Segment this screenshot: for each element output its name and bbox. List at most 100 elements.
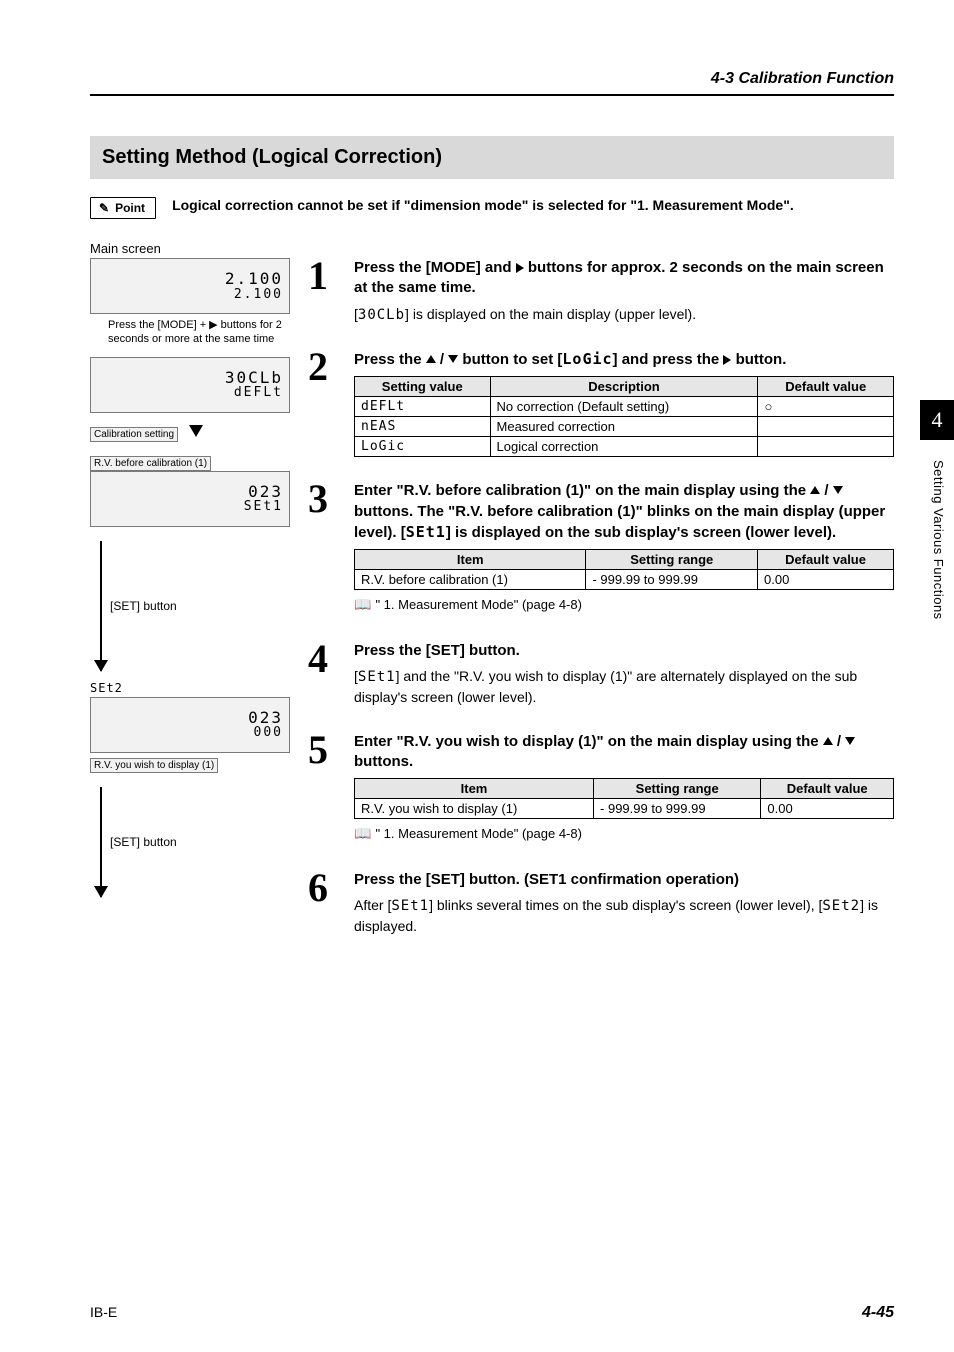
text: ] is displayed on the sub display's scre… <box>446 524 836 541</box>
step-3-heading: Enter "R.V. before calibration (1)" on t… <box>354 481 894 543</box>
rv-before-caption: R.V. before calibration (1) <box>90 456 211 471</box>
text: ] and press the <box>613 351 724 368</box>
td: ○ <box>758 397 894 417</box>
point-badge-label: Point <box>115 201 145 215</box>
up-icon <box>823 737 833 745</box>
seg-text: LoGic <box>562 350 612 368</box>
seg-text: 30CLb <box>358 307 405 323</box>
step-5-ref: 📖 " 1. Measurement Mode" (page 4-8) <box>354 825 894 842</box>
th: Default value <box>761 779 894 799</box>
step-number: 6 <box>308 870 340 942</box>
td <box>758 437 894 457</box>
step-3: 3 Enter "R.V. before calibration (1)" on… <box>308 481 894 623</box>
th: Setting value <box>355 377 491 397</box>
td: - 999.99 to 999.99 <box>586 570 758 590</box>
screen-rv-display: 023 000 <box>90 697 290 753</box>
right-icon <box>516 263 524 273</box>
td <box>758 417 894 437</box>
text: button to set [ <box>458 351 562 368</box>
page-title: Setting Method (Logical Correction) <box>90 136 894 179</box>
down-icon <box>833 486 843 494</box>
td: R.V. before calibration (1) <box>355 570 586 590</box>
text: Enter "R.V. before calibration (1)" on t… <box>354 482 810 499</box>
td: 0.00 <box>758 570 894 590</box>
text: buttons. <box>354 753 413 770</box>
screen-rv-display-line2: 000 <box>254 726 283 740</box>
text: Enter "R.V. you wish to display (1)" on … <box>354 733 823 750</box>
td: R.V. you wish to display (1) <box>355 799 594 819</box>
up-icon <box>810 486 820 494</box>
th: Default value <box>758 550 894 570</box>
down-icon <box>845 737 855 745</box>
rv-display-caption: R.V. you wish to display (1) <box>90 758 218 773</box>
book-icon: 📖 <box>354 825 371 841</box>
left-column: 2.100 2.100 Press the [MODE] + ▶ buttons… <box>90 258 290 960</box>
step-1: 1 Press the [MODE] and buttons for appro… <box>308 258 894 331</box>
header-rule <box>90 94 894 96</box>
seg-text: SEt1 <box>391 898 429 914</box>
text: Press the <box>354 351 426 368</box>
seg-text: SEt2 <box>822 898 860 914</box>
th: Item <box>355 779 594 799</box>
section-header: 4-3 Calibration Function <box>90 70 894 88</box>
text: ] blinks several times on the sub displa… <box>429 897 822 913</box>
ref-text: " 1. Measurement Mode" (page 4-8) <box>375 826 582 841</box>
text: After [ <box>354 897 391 913</box>
calib-setting-caption: Calibration setting <box>90 427 178 442</box>
seg-text: SEt1 <box>406 523 446 541</box>
step-6: 6 Press the [SET] button. (SET1 confirma… <box>308 870 894 942</box>
step-4-heading: Press the [SET] button. <box>354 641 894 661</box>
step-6-body: After [SEt1] blinks several times on the… <box>354 896 894 936</box>
chapter-tab: 4 <box>920 400 954 440</box>
down-icon <box>448 355 458 363</box>
flow-arrow-icon <box>100 541 102 671</box>
hold-note: Press the [MODE] + ▶ buttons for 2 secon… <box>108 318 290 347</box>
td: LoGic <box>355 437 491 457</box>
td: 0.00 <box>761 799 894 819</box>
step-3-ref: 📖" 1. Measurement Mode" (page 4-8) <box>354 596 894 613</box>
down-arrow-icon <box>189 425 203 437</box>
ref-text: " 1. Measurement Mode" (page 4-8) <box>375 597 582 612</box>
screen-calib: 30CLb dEFLt <box>90 357 290 413</box>
step-number: 4 <box>308 641 340 713</box>
page-footer: IB-E 4-45 <box>90 1304 894 1322</box>
screen-main-line1: 2.100 <box>225 270 283 288</box>
step-number: 1 <box>308 258 340 331</box>
screen-main-line2: 2.100 <box>234 288 283 302</box>
step-3-table: Item Setting range Default value R.V. be… <box>354 549 894 590</box>
up-icon <box>426 355 436 363</box>
point-badge: ✎ Point <box>90 197 156 219</box>
th: Default value <box>758 377 894 397</box>
step-1-heading: Press the [MODE] and buttons for approx.… <box>354 258 894 299</box>
td: nEAS <box>355 417 491 437</box>
pencil-icon: ✎ <box>99 201 109 215</box>
screen-calib-line2: dEFLt <box>234 386 283 400</box>
step-1-body: [30CLb] is displayed on the main display… <box>354 305 894 326</box>
footer-page: 4-45 <box>862 1304 894 1322</box>
th: Description <box>490 377 758 397</box>
screen-rv-before-line1: 023 <box>248 483 283 501</box>
set-button-label-1: [SET] button <box>110 599 177 613</box>
step-2: 2 Press the / button to set [LoGic] and … <box>308 349 894 463</box>
right-column: 1 Press the [MODE] and buttons for appro… <box>308 258 894 960</box>
step-5-heading: Enter "R.V. you wish to display (1)" on … <box>354 732 894 773</box>
step-number: 2 <box>308 349 340 463</box>
set-button-label-2: [SET] button <box>110 835 177 849</box>
main-screen-label: Main screen <box>90 241 894 256</box>
td: Measured correction <box>490 417 758 437</box>
text: button. <box>731 351 786 368</box>
point-callout: ✎ Point Logical correction cannot be set… <box>90 197 894 219</box>
text: ] is displayed on the main display (uppe… <box>405 306 696 322</box>
screen-rv-display-line1: 023 <box>248 709 283 727</box>
step-5: 5 Enter "R.V. you wish to display (1)" o… <box>308 732 894 853</box>
step-number: 3 <box>308 481 340 623</box>
td: Logical correction <box>490 437 758 457</box>
step-number: 5 <box>308 732 340 853</box>
screen-main: 2.100 2.100 <box>90 258 290 314</box>
text: ] and the "R.V. you wish to display (1)"… <box>354 668 857 705</box>
step-5-table: Item Setting range Default value R.V. yo… <box>354 778 894 819</box>
text: Press the [MODE] and <box>354 259 516 276</box>
footer-doc: IB-E <box>90 1304 117 1322</box>
step-2-heading: Press the / button to set [LoGic] and pr… <box>354 349 894 370</box>
step-4: 4 Press the [SET] button. [SEt1] and the… <box>308 641 894 713</box>
